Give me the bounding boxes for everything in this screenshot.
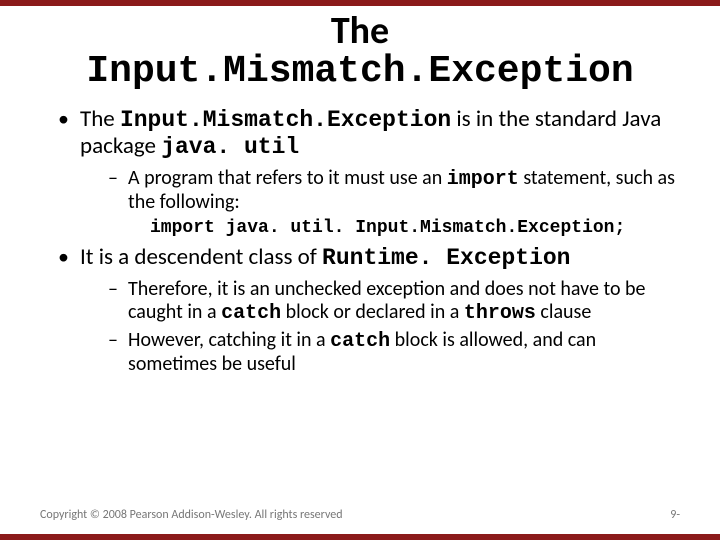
- text: clause: [536, 300, 591, 324]
- code: Input.Mismatch.Exception: [120, 107, 451, 133]
- sub-bullet: A program that refers to it must use an …: [108, 167, 680, 214]
- slide-title: The Input.Mismatch.Exception: [40, 12, 680, 92]
- text: block or declared in a: [281, 300, 464, 324]
- sub-list: Therefore, it is an unchecked exception …: [80, 278, 680, 376]
- code: java. util: [161, 134, 299, 160]
- text: However, catching it in a: [128, 328, 330, 352]
- code: Runtime. Exception: [322, 245, 570, 271]
- code: catch: [330, 330, 390, 353]
- code: throws: [464, 302, 536, 325]
- bottom-accent-bar: [0, 534, 720, 540]
- title-line1: The: [40, 12, 680, 52]
- page-number: 9-: [670, 508, 680, 522]
- bullet-list: The Input.Mismatch.Exception is in the s…: [40, 106, 680, 376]
- import-code-line: import java. util. Input.Mismatch.Except…: [80, 218, 680, 239]
- sub-bullet: However, catching it in a catch block is…: [108, 329, 680, 376]
- copyright-text: Copyright © 2008 Pearson Addison-Wesley.…: [40, 508, 343, 522]
- bullet-1: The Input.Mismatch.Exception is in the s…: [58, 106, 680, 239]
- code: import: [447, 168, 519, 191]
- slide-content: The Input.Mismatch.Exception The Input.M…: [0, 6, 720, 376]
- text: The: [80, 105, 120, 133]
- code: catch: [221, 302, 281, 325]
- title-line2: Input.Mismatch.Exception: [40, 52, 680, 92]
- footer: Copyright © 2008 Pearson Addison-Wesley.…: [40, 508, 680, 522]
- sub-list: A program that refers to it must use an …: [80, 167, 680, 214]
- bullet-2: It is a descendent class of Runtime. Exc…: [58, 244, 680, 375]
- sub-bullet: Therefore, it is an unchecked exception …: [108, 278, 680, 325]
- text: A program that refers to it must use an: [128, 166, 447, 190]
- text: It is a descendent class of: [80, 243, 322, 271]
